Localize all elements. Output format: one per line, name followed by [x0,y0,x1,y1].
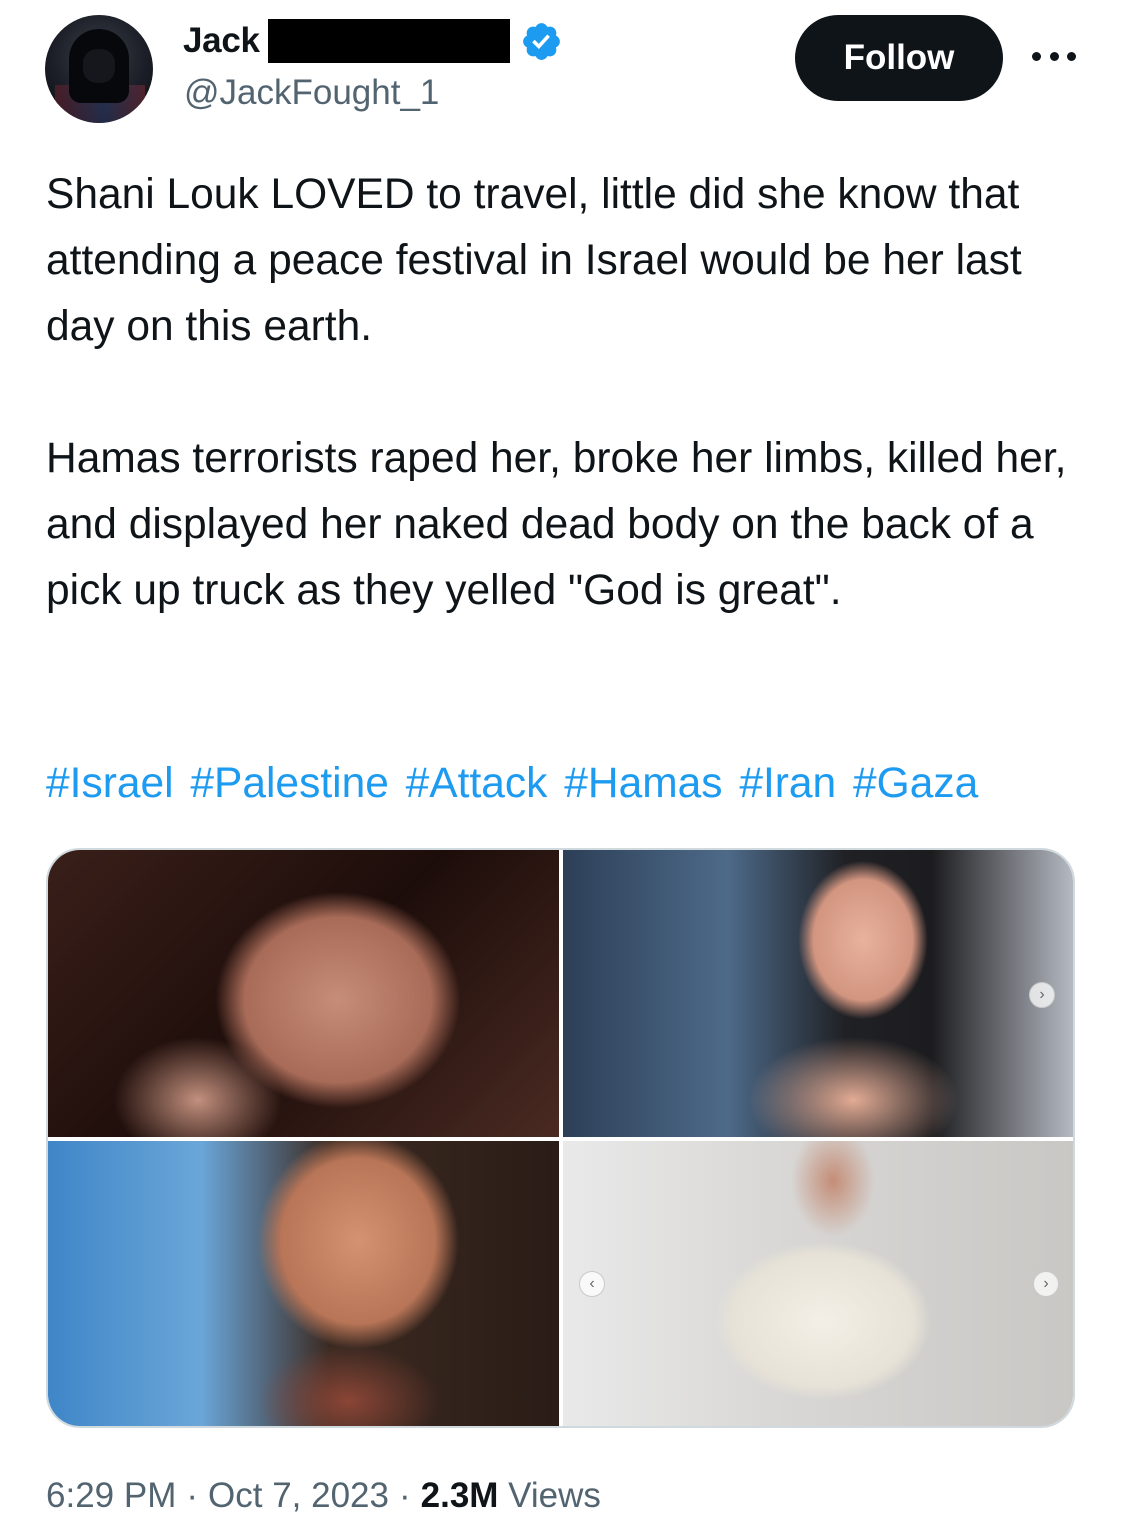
follow-button[interactable]: Follow [795,15,1003,101]
author-name-row: Jack [183,19,563,63]
more-dot [1067,51,1076,61]
tweet-text: Shani Louk LOVED to travel, little did s… [46,171,1067,614]
media-grid: › ‹ › [46,848,1075,1428]
hashtag-link[interactable]: #Iran [739,760,836,807]
views-label[interactable]: Views [508,1476,601,1515]
tweet-time[interactable]: 6:29 PM [46,1476,176,1515]
media-photo[interactable] [48,1141,559,1426]
avatar-face [83,49,115,83]
author-avatar[interactable] [45,15,153,123]
hashtag-link[interactable]: #Hamas [564,760,722,807]
redaction-bar [267,19,510,63]
meta-separator: · [398,1476,411,1515]
meta-separator: · [186,1476,199,1515]
author-handle[interactable]: @JackFought_1 [184,73,439,113]
hashtag-link[interactable]: #Palestine [190,760,388,807]
tweet-meta: 6:29 PM · Oct 7, 2023 · 2.3M Views [46,1476,601,1516]
more-dot [1049,51,1059,61]
more-horizontal-icon[interactable] [1032,44,1076,68]
hashtag-link[interactable]: #Israel [46,760,174,807]
media-photo[interactable]: ‹ › [563,1141,1073,1426]
more-dot [1032,51,1041,61]
hashtag-link[interactable]: #Attack [406,760,548,807]
media-photo[interactable]: › [563,850,1073,1137]
hashtag-list: #Israel #Palestine #Attack #Hamas #Iran … [46,751,978,817]
media-photo[interactable] [48,850,559,1137]
views-count[interactable]: 2.3M [421,1476,499,1515]
author-display-name[interactable]: Jack [183,21,260,61]
verified-badge-icon[interactable] [520,20,563,63]
chevron-right-icon: › [1033,1271,1059,1297]
tweet-date[interactable]: Oct 7, 2023 [208,1476,389,1515]
hashtag-link[interactable]: #Gaza [853,760,978,807]
chevron-right-icon: › [1029,982,1055,1008]
chevron-left-icon: ‹ [579,1271,605,1297]
